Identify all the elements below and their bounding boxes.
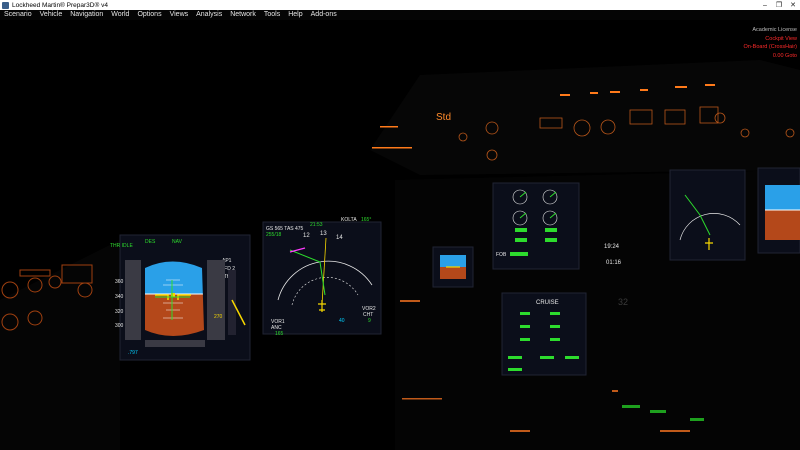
nd-time: 21:53 — [310, 222, 323, 228]
menu-vehicle[interactable]: Vehicle — [36, 10, 67, 20]
altitude-readout: 270 — [214, 314, 223, 320]
menu-analysis[interactable]: Analysis — [192, 10, 226, 20]
clock-time: 19:24 — [604, 244, 620, 250]
window-controls: – ❐ ✕ — [758, 0, 800, 10]
nd-vor1-dist: 165 — [275, 331, 284, 337]
baro-std-readout: Std — [436, 112, 451, 123]
maximize-button[interactable]: ❐ — [772, 0, 786, 10]
app-icon — [2, 1, 9, 9]
ecam-fob-label: FOB — [496, 252, 507, 258]
speed-tape-mid: 340 — [115, 294, 124, 300]
menu-help[interactable]: Help — [284, 10, 306, 20]
menu-scenario[interactable]: Scenario — [0, 10, 36, 20]
menu-views[interactable]: Views — [166, 10, 193, 20]
menu-world[interactable]: World — [107, 10, 133, 20]
speed-tape-low: 320 — [115, 309, 124, 315]
upper-ecam: FOB — [492, 182, 580, 270]
view-mode-label: Cockpit View — [765, 35, 797, 42]
overhead-panel — [370, 60, 800, 175]
clock-elapsed: 01:16 — [606, 260, 622, 266]
minimize-button[interactable]: – — [758, 0, 772, 10]
nd-heading-14: 14 — [336, 235, 343, 241]
baro-readout: .797 — [128, 350, 138, 356]
nd-bearing: 165° — [361, 217, 371, 223]
status-overlay: Academic License Cockpit View On-Board (… — [744, 26, 797, 60]
camera-label: On-Board (CrossHair) — [743, 44, 797, 50]
menu-network[interactable]: Network — [226, 10, 260, 20]
primary-flight-display: THR IDLE DES NAV AP1 1 FD 2 A/THR 360 34… — [110, 234, 251, 361]
standby-instrument — [432, 246, 474, 288]
nd-heading-13: 13 — [320, 231, 327, 237]
system-display: CRUISE — [501, 292, 587, 376]
nd-vor2-dist: 9 — [368, 318, 371, 324]
menu-addons[interactable]: Add-ons — [307, 10, 341, 20]
nd-wind: 255/18 — [266, 232, 282, 238]
navigation-display: GS 565 TAS 475 255/18 KOLTA 165° 21:53 1… — [262, 217, 382, 337]
menu-bar: Scenario Vehicle Navigation World Option… — [0, 10, 800, 20]
menu-tools[interactable]: Tools — [260, 10, 284, 20]
license-label: Academic License — [752, 27, 797, 33]
nd-range: 40 — [339, 318, 345, 324]
fma-nav: NAV — [172, 239, 183, 245]
fps-label: 0.00 Goto — [772, 52, 797, 59]
menu-navigation[interactable]: Navigation — [66, 10, 107, 20]
speed-tape-bottom: 300 — [115, 323, 124, 329]
window-title: Lockheed Martin® Prepar3D® v4 — [12, 1, 108, 9]
nd-waypoint: KOLTA — [341, 217, 357, 223]
fo-navigation-display — [669, 169, 746, 261]
cockpit-viewport[interactable]: THR IDLE DES NAV AP1 1 FD 2 A/THR 360 34… — [0, 20, 800, 450]
fo-altitude-readout: 32 — [618, 297, 628, 307]
nd-heading-12: 12 — [303, 233, 310, 239]
speed-tape-top: 360 — [115, 279, 124, 285]
close-button[interactable]: ✕ — [786, 0, 800, 10]
fma-mode: DES — [145, 239, 156, 245]
title-bar: Lockheed Martin® Prepar3D® v4 – ❐ ✕ — [0, 0, 800, 10]
fo-primary-flight-display — [757, 167, 800, 254]
sd-page-title: CRUISE — [536, 300, 559, 306]
fma-thr: THR IDLE — [110, 243, 133, 249]
menu-options[interactable]: Options — [133, 10, 165, 20]
